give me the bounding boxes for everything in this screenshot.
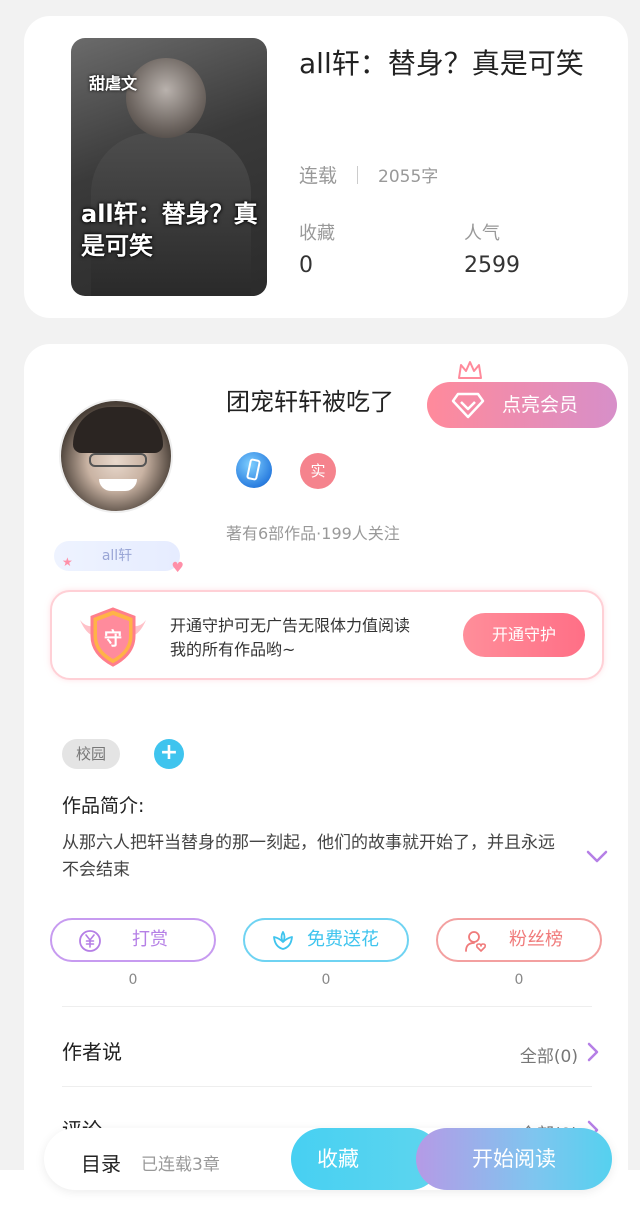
favorites-value: 0 (299, 253, 313, 278)
phone-badge-icon[interactable] (236, 452, 272, 488)
author-says-title[interactable]: 作者说 (62, 1036, 122, 1065)
serial-status: 连载 (299, 165, 338, 187)
nickname-badge-text: all轩 (101, 548, 133, 564)
avatar-hair (73, 407, 163, 453)
guard-description: 开通守护可无广告无限体力值阅读 我的所有作品哟~ (170, 614, 410, 662)
fan-ranking-button[interactable]: 粉丝榜 (436, 918, 602, 962)
phone-badge-glyph (245, 458, 262, 481)
send-flower-button[interactable]: 免费送花 (243, 918, 409, 962)
author-says-all[interactable]: 全部(0) (520, 1042, 578, 1067)
chevron-down-icon[interactable] (586, 850, 608, 864)
author-name[interactable]: 团宠轩轩被吃了 (226, 382, 394, 417)
cover-title-text: all轩：替身？真是可笑 (81, 200, 258, 260)
start-reading-button[interactable]: 开始阅读 (416, 1128, 612, 1190)
vip-button-label: 点亮会员 (502, 394, 579, 416)
status-divider (357, 166, 359, 184)
popularity-label: 人气 (464, 223, 500, 244)
tip-count: 0 (128, 972, 138, 988)
word-count: 2055字 (378, 167, 439, 187)
tag-chip[interactable]: 校园 (62, 739, 120, 769)
shield-icon: 守 (80, 607, 146, 667)
nickname-badge: all轩 ★ ♥ (54, 541, 184, 576)
real-name-badge[interactable]: 实 (300, 453, 336, 489)
add-tag-button[interactable]: + (154, 739, 184, 769)
intro-title: 作品简介: (62, 795, 145, 817)
user-heart-icon (465, 931, 487, 952)
flower-count: 0 (321, 972, 331, 988)
popularity-value: 2599 (464, 253, 520, 278)
flower-icon (273, 931, 293, 950)
fan-count: 0 (514, 972, 524, 988)
favorites-label: 收藏 (299, 223, 335, 244)
book-info-card: 甜虐文 all轩：替身？真是可笑 all轩：替身？真是可笑 连载 2055字 收藏… (24, 16, 628, 318)
shield-icon-text: 守 (104, 628, 122, 650)
crown-icon (458, 361, 482, 379)
tip-button[interactable]: 打赏 (50, 918, 216, 962)
open-guard-button[interactable]: 开通守护 (463, 613, 585, 657)
guard-banner: 守 开通守护可无广告无限体力值阅读 我的所有作品哟~ 开通守护 (50, 590, 604, 680)
author-stats: 著有6部作品·199人关注 (226, 524, 400, 543)
book-cover-image[interactable]: 甜虐文 all轩：替身？真是可笑 (71, 38, 267, 296)
star-icon: ★ (62, 555, 73, 569)
guard-line-1: 开通守护可无广告无限体力值阅读 (170, 616, 411, 635)
book-title: all轩：替身？真是可笑 (299, 47, 584, 80)
cover-genre-tag: 甜虐文 (89, 74, 138, 93)
fan-ranking-label: 粉丝榜 (509, 929, 563, 950)
intro-text: 从那六人把轩当替身的那一刻起，他们的故事就开始了，并且永远不会结束 (62, 833, 555, 880)
author-card: all轩 ★ ♥ 团宠轩轩被吃了 点亮会员 实 著有6部作品·199人关注 守 … (24, 344, 628, 1206)
yen-icon (79, 930, 101, 952)
divider (62, 1006, 592, 1007)
toc-button[interactable]: 目录 (81, 1148, 121, 1177)
tip-button-label: 打赏 (132, 929, 168, 950)
avatar-smile (99, 479, 137, 491)
author-avatar[interactable] (59, 399, 173, 513)
chapters-status: 已连载3章 (141, 1155, 220, 1175)
cover-figure-head (126, 58, 206, 138)
avatar-glasses (89, 453, 147, 467)
vip-activate-button[interactable]: 点亮会员 (427, 361, 617, 428)
diamond-icon (451, 392, 485, 419)
heart-icon: ♥ (171, 560, 184, 576)
guard-line-2: 我的所有作品哟~ (170, 640, 296, 659)
bottom-action-bar: 目录 已连载3章 收藏 开始阅读 (44, 1128, 612, 1190)
chevron-right-icon[interactable] (587, 1042, 599, 1062)
book-status-line: 连载 2055字 (299, 161, 438, 188)
divider (62, 1086, 592, 1087)
